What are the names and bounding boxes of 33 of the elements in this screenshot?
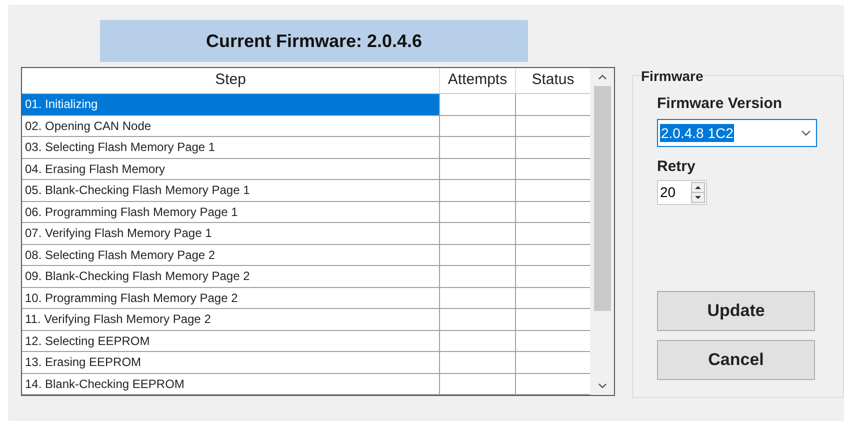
- step-cell[interactable]: 11. Verifying Flash Memory Page 2: [22, 309, 440, 330]
- field-label: Retry: [657, 158, 696, 176]
- step-cell[interactable]: 09. Blank-Checking Flash Memory Page 2: [22, 266, 440, 286]
- group-title: Firmware: [641, 68, 704, 84]
- column-header[interactable]: Attempts: [440, 68, 516, 93]
- dropdown-value: 2.0.4.8 1C2: [660, 124, 734, 142]
- action-button[interactable]: Update: [657, 291, 815, 331]
- firmware-banner: Current Firmware: 2.0.4.6: [100, 20, 528, 62]
- step-cell[interactable]: 05. Blank-Checking Flash Memory Page 1: [22, 180, 440, 200]
- step-cell[interactable]: 03. Selecting Flash Memory Page 1: [22, 137, 440, 158]
- retry-value: 20: [659, 183, 677, 202]
- version-dropdown[interactable]: 2.0.4.8 1C2: [657, 119, 817, 147]
- scroll-down-icon[interactable]: [598, 383, 606, 389]
- step-cell[interactable]: 04. Erasing Flash Memory: [22, 158, 440, 179]
- column-header[interactable]: Status: [516, 68, 590, 93]
- action-button[interactable]: Cancel: [657, 340, 815, 380]
- field-label: Firmware Version: [657, 95, 784, 113]
- step-cell[interactable]: 06. Programming Flash Memory Page 1: [22, 202, 440, 222]
- step-cell[interactable]: 14. Blank-Checking EEPROM: [22, 374, 440, 394]
- scroll-up-icon[interactable]: [598, 74, 606, 80]
- step-cell[interactable]: 12. Selecting EEPROM: [22, 330, 440, 351]
- column-header[interactable]: Step: [22, 68, 440, 93]
- step-cell[interactable]: 13. Erasing EEPROM: [22, 352, 440, 372]
- chevron-down-icon: [801, 130, 811, 136]
- step-cell[interactable]: 08. Selecting Flash Memory Page 2: [22, 244, 440, 265]
- step-cell[interactable]: 02. Opening CAN Node: [22, 116, 440, 136]
- scrollbar[interactable]: [590, 68, 614, 395]
- step-cell[interactable]: 10. Programming Flash Memory Page 2: [22, 288, 440, 308]
- step-cell[interactable]: 01. Initializing: [22, 94, 440, 114]
- scroll-thumb[interactable]: [594, 86, 610, 311]
- retry-spinner[interactable]: 20: [657, 180, 707, 205]
- spin-arrows-icon[interactable]: [691, 182, 705, 203]
- step-cell[interactable]: 07. Verifying Flash Memory Page 1: [22, 223, 440, 244]
